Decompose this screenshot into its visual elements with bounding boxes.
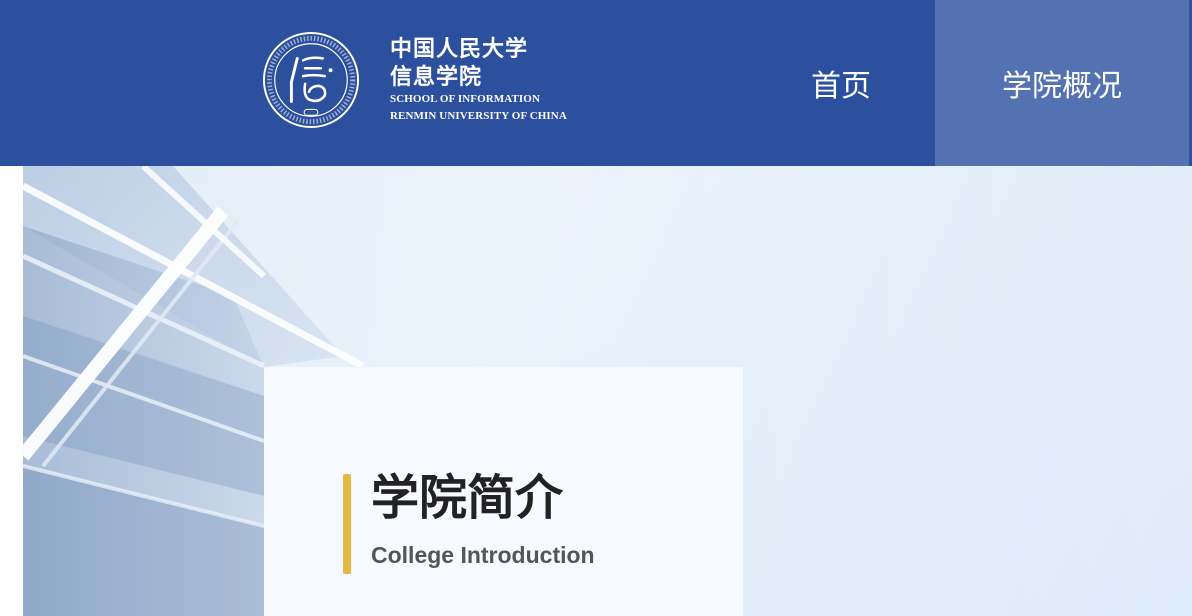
section-subtitle: College Introduction [371,542,595,568]
school-seal-icon [262,31,360,129]
school-brand[interactable]: 中国人民大学 信息学院 SCHOOL OF INFORMATION RENMIN… [262,20,567,140]
college-intro-card: 学院简介 College Introduction [264,367,743,616]
school-name-en-line1: SCHOOL OF INFORMATION [390,93,540,105]
nav-item-home[interactable]: 首页 [770,0,912,166]
school-name: 中国人民大学 信息学院 SCHOOL OF INFORMATION RENMIN… [390,35,567,125]
school-name-cn-line2: 信息学院 [390,64,483,90]
nav-item-college-overview[interactable]: 学院概况 [935,0,1189,166]
section-title: 学院简介 [371,470,564,526]
title-accent-bar [343,474,351,574]
site-header: 中国人民大学 信息学院 SCHOOL OF INFORMATION RENMIN… [0,0,1192,166]
school-name-cn-line1: 中国人民大学 [390,36,529,62]
school-name-en-line2: RENMIN UNIVERSITY OF CHINA [390,110,567,122]
